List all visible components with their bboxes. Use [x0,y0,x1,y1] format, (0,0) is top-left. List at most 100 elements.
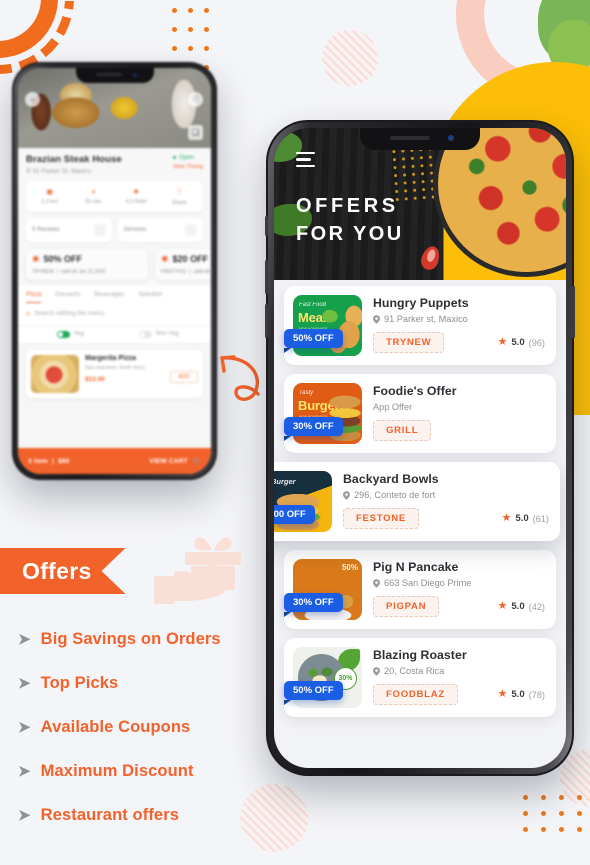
restaurant-name: Brazian Steak House [26,154,122,165]
location-pin-icon: ⚲ [26,167,31,175]
back-arrow-icon[interactable]: ‹ [25,92,40,107]
clock-icon: ◑ [90,186,96,196]
restaurant-info-section: Brazian Steak House ⚲ 91 Parker St, Maxi… [18,148,211,286]
power-button[interactable] [572,286,575,338]
coupon-card[interactable]: ✺ $20 OFF FIRSTYOU | valid till Jan 31,2… [155,248,211,280]
feature-label: Big Savings on Orders [40,629,221,648]
view-cart-bar[interactable]: 3 item | $80 VIEW CART 🛒 [18,448,211,474]
feature-label: Restaurant offers [40,805,179,824]
tab-desserts[interactable]: Desserts [55,291,80,303]
hand-holding-gift-icon [154,537,241,604]
menu-item-card[interactable]: Margerita Pizza San marzano, fresh mozz … [26,349,203,398]
nonveg-toggle[interactable]: Non Veg [115,330,204,338]
star-icon: ★ [501,512,512,524]
stat-share[interactable]: ⦙⦙ Share [158,187,201,206]
offer-card-blazing-roaster[interactable]: 30% 50% OFF Blazing Roaster 20, Costa Ri… [284,638,556,717]
cart-icon: 🛒 [192,458,201,465]
tomato-slice-image [418,243,443,273]
add-to-cart-button[interactable]: ADD [170,370,198,383]
coupon-code-button[interactable]: PIGPAN [373,596,440,617]
tab-pizza[interactable]: Pizza [26,291,42,303]
offers-list: Fast Food Meals NEW HOMEMADE BURGER TAST… [274,280,566,740]
restaurant-pills-row: 5 Reviews Services [26,217,203,242]
offer-address-text: 91 Parker st, Maxico [384,314,468,324]
cart-item-count: 3 item [28,457,48,465]
offer-address-text: 296, Conteto de fort [354,490,436,500]
services-pill[interactable]: Services [117,217,203,242]
decor-dot-grid-top [172,8,220,70]
tab-beverages[interactable]: Beverages [94,291,124,303]
page-title-line2: FOR YOU [296,223,404,246]
stat-rating[interactable]: ★ 5.0 Rate [115,187,158,206]
offer-body: Foodie's Offer App Offer GRILL [373,383,545,441]
decor-dot-grid-bottom [523,795,590,832]
menu-search-input[interactable]: ⌕ Search withing the menu.. [18,302,211,326]
coupon-code-button[interactable]: FOODBLAZ [373,684,458,705]
nonveg-toggle-label: Non Veg [155,331,179,337]
coupon-top: ✺ 50% OFF [32,254,142,265]
services-pill-label: Services [123,226,147,233]
offer-card-foodies-offer[interactable]: Tasty Burgers NEW HOMEMADE BURGER TASTE … [284,374,556,453]
offer-name: Hungry Puppets [373,296,469,310]
feature-item-maximum-discount: ➤ Maximum Discount [18,749,268,793]
feature-label: Maximum Discount [40,761,194,780]
location-pin-icon [373,578,380,588]
offer-card-pig-n-pancake[interactable]: 50% 30% OFF Pig N Pancake 663 San Diego … [284,550,556,629]
earpiece-speaker [390,136,430,140]
front-camera [448,135,454,141]
decor-green-blob-small [548,20,590,74]
coupon-top: ✺ $20 OFF [161,254,211,265]
coupon-meta: FIRSTYOU | valid till Jan 31,2022 [161,269,211,275]
stat-distance[interactable]: ◉ 2.2 km [28,187,71,206]
offer-rating: ★ 5.0 (61) [501,512,549,525]
rating-value: 5.0 [511,689,525,700]
offer-address: 296, Conteto de fort [343,490,549,500]
arrow-bullet-icon: ➤ [18,718,31,736]
menu-item-name: Margerita Pizza [85,354,136,362]
stat-time[interactable]: ◑ 25 min [71,187,114,206]
coupon-code-button[interactable]: TRYNEW [373,332,445,353]
offer-gear-icon: ✺ [32,253,40,264]
offer-thumb-wrap: 30% 50% OFF [284,647,362,708]
view-cart-label: VIEW CART [149,457,188,465]
volume-up-button[interactable] [265,260,268,294]
offer-address-text: 20, Costa Rica [384,666,445,676]
coupon-code-button[interactable]: GRILL [373,420,432,441]
offer-card-hungry-puppets[interactable]: Fast Food Meals NEW HOMEMADE BURGER TAST… [284,286,556,365]
heart-icon[interactable]: ♡ [188,92,203,107]
page-title: OFFERS FOR YOU [296,192,404,249]
coupon-amount: 50% OFF [43,254,83,264]
coupon-card[interactable]: ✺ 50% OFF TRYNEW | valid till Jan 31,202… [26,248,148,280]
rating-count: (61) [532,513,549,524]
view-timing-link[interactable]: View Timing [173,164,203,170]
view-cart-action[interactable]: VIEW CART 🛒 [149,457,201,466]
gallery-icon[interactable]: ❏ [188,125,203,140]
location-pin-icon [373,666,380,676]
feature-item-available-coupons: ➤ Available Coupons [18,705,268,749]
offer-card-backyard-bowls[interactable]: Burger $100 OFF Backyard Bowls 296, Cont… [274,462,560,541]
offer-name: Foodie's Offer [373,384,457,398]
volume-down-button[interactable] [265,304,268,338]
star-icon: ★ [132,186,140,196]
offer-action-row: GRILL [373,420,545,441]
veg-switch-icon [56,330,70,338]
coupon-sep: | [189,268,191,275]
silent-switch[interactable] [265,216,268,236]
offer-address: 91 Parker st, Maxico [373,314,545,324]
stat-share-value: Share [172,199,187,206]
hamburger-menu-icon[interactable] [296,152,315,168]
nonveg-switch-icon [138,330,152,338]
reviews-pill[interactable]: 5 Reviews [26,217,112,242]
offer-gear-icon: ✺ [161,253,169,264]
discount-badge: 30% OFF [284,593,343,617]
menu-search-placeholder: Search withing the menu.. [34,310,108,317]
secondary-phone-mockup: ‹ ♡ ❏ Brazian Steak House ⚲ 91 Parker St… [12,62,217,480]
tab-sidedish[interactable]: Sidedish [138,291,162,303]
rating-count: (42) [528,601,545,612]
decor-orange-arc [0,0,58,58]
decor-striped-circle-top [322,30,378,86]
earpiece-speaker [95,73,122,76]
coupon-validity: valid till Jan 31,2022 [193,268,211,275]
coupon-code-button[interactable]: FESTONE [343,508,420,529]
veg-toggle[interactable]: Veg [26,330,115,338]
